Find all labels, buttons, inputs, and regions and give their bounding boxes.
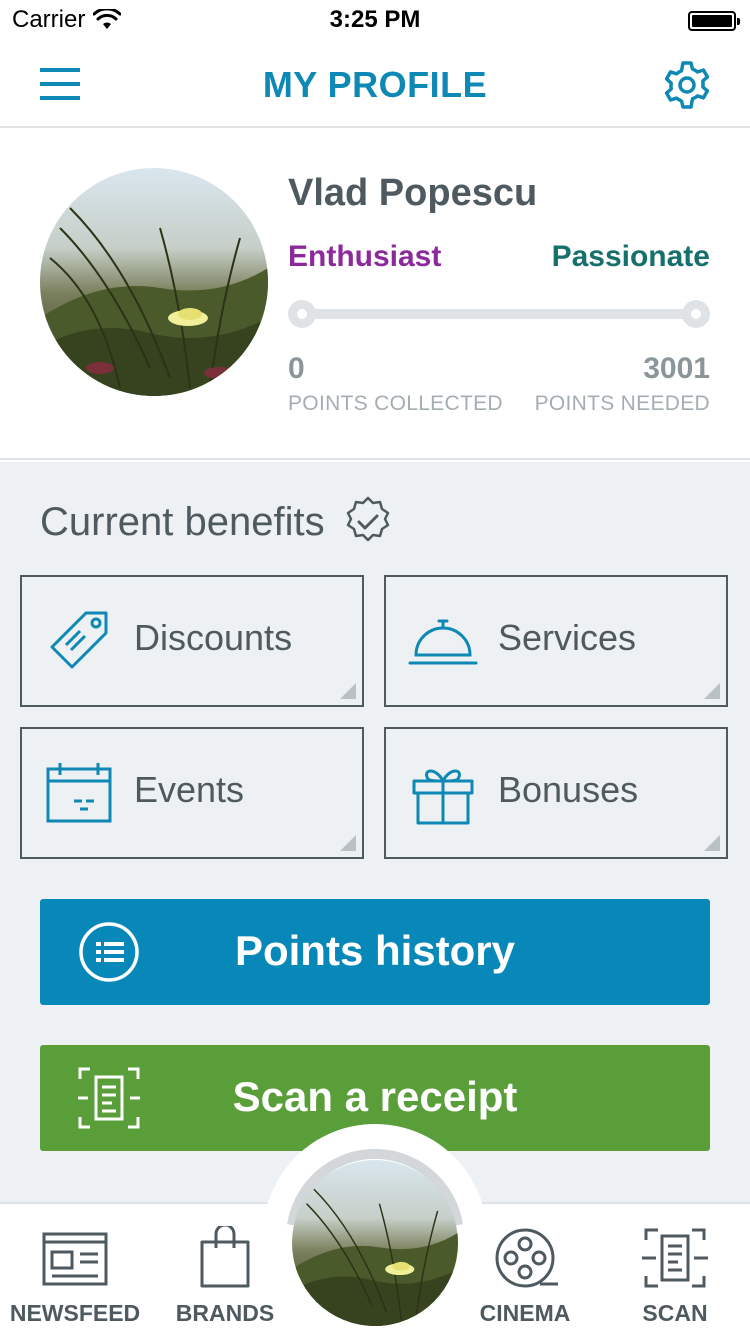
points-history-button[interactable]: Points history (40, 899, 710, 1005)
tag-icon (50, 611, 108, 669)
calendar-icon (46, 763, 112, 823)
tab-label: CINEMA (479, 1300, 571, 1326)
badge-check-icon (346, 496, 390, 542)
newspaper-icon (42, 1232, 108, 1286)
status-bar: Carrier 3:25 PM (0, 0, 750, 40)
tab-profile-avatar[interactable] (292, 1160, 458, 1326)
benefits-section: Current benefits Discounts Services Even… (0, 462, 750, 1202)
benefit-tile-bonuses[interactable]: Bonuses (384, 727, 728, 859)
film-reel-icon (495, 1228, 558, 1288)
scan-receipt-label: Scan a receipt (232, 1073, 518, 1120)
progress-start-dot (288, 300, 316, 328)
service-bell-icon (408, 619, 478, 665)
points-collected-label: POINTS COLLECTED (288, 392, 503, 415)
tile-label: Discounts (134, 617, 293, 658)
tile-label: Bonuses (498, 769, 639, 810)
tab-label: NEWSFEED (9, 1300, 141, 1326)
gear-icon[interactable] (662, 60, 712, 110)
points-needed-value: 3001 (643, 352, 710, 385)
nav-bar: MY PROFILE (0, 40, 750, 128)
tile-label: Events (134, 769, 245, 810)
points-collected-value: 0 (288, 352, 305, 385)
benefit-tile-discounts[interactable]: Discounts (20, 575, 364, 707)
tab-newsfeed[interactable]: NEWSFEED (0, 1204, 150, 1334)
tab-label: SCAN (642, 1300, 708, 1326)
progress-end-dot (682, 300, 710, 328)
points-history-label: Points history (234, 927, 516, 974)
level-progress-bar (288, 300, 710, 328)
tile-label: Services (498, 617, 637, 658)
battery-icon (688, 11, 740, 31)
benefits-title: Current benefits (40, 500, 325, 544)
progress-line (298, 309, 700, 319)
current-level: Enthusiast (288, 240, 442, 273)
gift-icon (412, 769, 474, 825)
next-level: Passionate (551, 240, 710, 273)
benefit-tile-events[interactable]: Events (20, 727, 364, 859)
tab-scan[interactable]: SCAN (600, 1204, 750, 1334)
points-needed-label: POINTS NEEDED (534, 392, 710, 415)
page-title: MY PROFILE (262, 64, 488, 105)
user-name: Vlad Popescu (288, 172, 538, 214)
avatar[interactable] (40, 168, 268, 396)
status-time: 3:25 PM (329, 6, 421, 33)
scan-icon (642, 1228, 708, 1288)
benefit-tile-services[interactable]: Services (384, 575, 728, 707)
profile-summary: Vlad Popescu Enthusiast Passionate 0 300… (0, 130, 750, 460)
shopping-bag-icon (200, 1226, 250, 1288)
